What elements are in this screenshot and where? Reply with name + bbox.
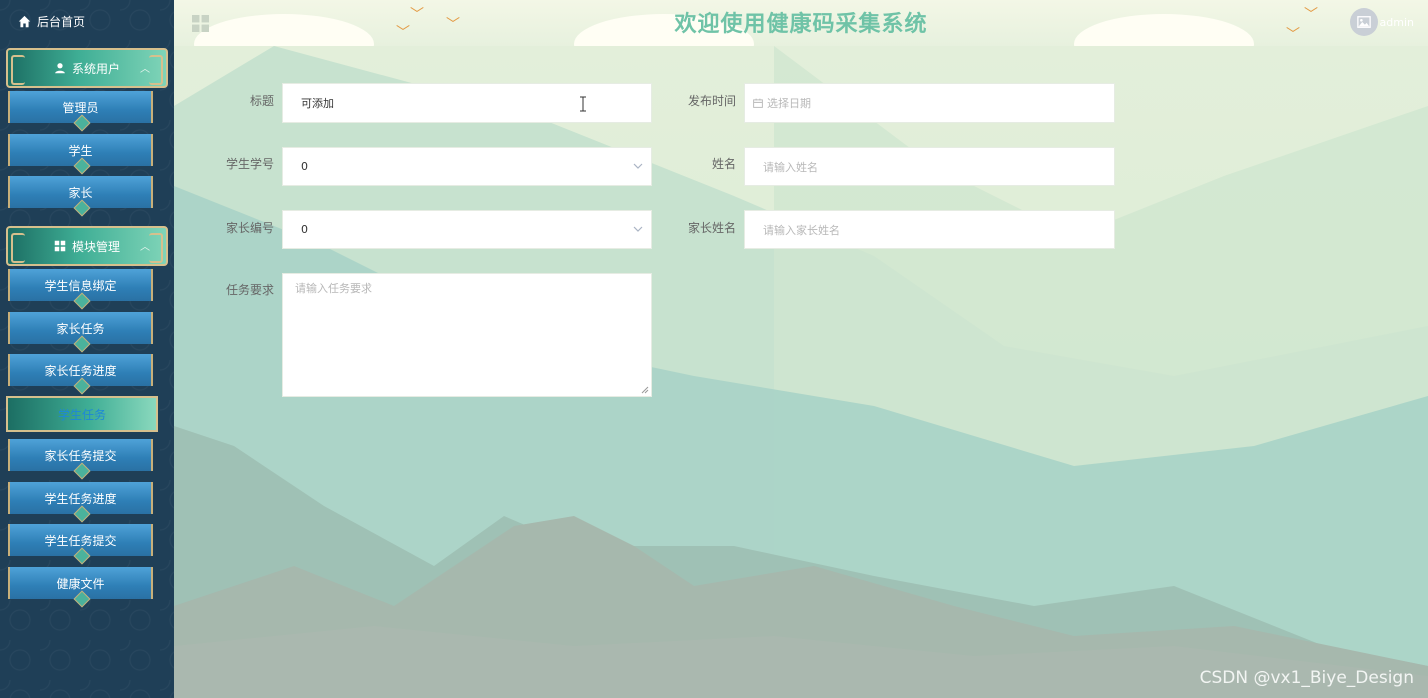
parent-name-placeholder: 请输入家长姓名 [763, 223, 840, 237]
task-req-label: 任务要求 [225, 283, 274, 297]
menu-group-module-management[interactable]: 模块管理 ︿ [6, 226, 168, 266]
student-no-value: 0 [301, 160, 308, 173]
sidebar-item-admin[interactable]: 管理员 [8, 91, 153, 123]
page-title: 欢迎使用健康码采集系统 [674, 12, 928, 37]
bird-decoration: ﹀ [1304, 7, 1318, 23]
menu-group-label: 系统用户 [71, 61, 120, 76]
parent-no-select[interactable]: 0 [282, 210, 652, 249]
calendar-icon [753, 98, 763, 108]
grid-icon [54, 240, 66, 252]
task-req-placeholder: 请输入任务要求 [295, 282, 372, 295]
sidebar-item-health-files[interactable]: 健康文件 [8, 567, 153, 599]
bird-decoration: ﹀ [1286, 27, 1300, 43]
sidebar-item-label: 家长 [68, 185, 93, 200]
sidebar-item-parent-task-progress[interactable]: 家长任务进度 [8, 354, 153, 386]
parent-name-input[interactable]: 请输入家长姓名 [744, 210, 1115, 249]
title-label: 标题 [249, 94, 274, 108]
user-icon [55, 63, 65, 74]
sidebar-item-parent-task-submit[interactable]: 家长任务提交 [8, 439, 153, 471]
chevron-up-icon: ︿ [140, 64, 150, 75]
menu-group-system-users[interactable]: 系统用户 ︿ [6, 48, 168, 88]
image-icon [1357, 16, 1371, 28]
sidebar-item-student-task-progress[interactable]: 学生任务进度 [8, 482, 153, 514]
username[interactable]: admin [1380, 16, 1414, 29]
text-cursor-icon [580, 96, 586, 112]
parent-name-label: 家长姓名 [687, 221, 736, 235]
top-header: ﹀ ﹀ ﹀ 欢迎使用健康码采集系统 ﹀ ﹀ admin [174, 0, 1428, 47]
sidebar-item-label: 学生任务进度 [44, 491, 117, 506]
sidebar-item-parent-task[interactable]: 家长任务 [8, 312, 153, 344]
home-link[interactable]: 后台首页 [18, 12, 85, 30]
sidebar-item-student-task-submit[interactable]: 学生任务提交 [8, 524, 153, 556]
watermark: CSDN @vx1_Biye_Design [1199, 668, 1414, 688]
sidebar-item-parent[interactable]: 家长 [8, 176, 153, 208]
publish-time-placeholder: 选择日期 [767, 97, 811, 110]
student-no-label: 学生学号 [225, 157, 274, 171]
sidebar: 后台首页 系统用户 ︿ 管理员 学生 家长 模块管理 ︿ 学生信息绑定 家长任务… [0, 0, 174, 698]
home-icon [18, 15, 31, 27]
chevron-down-icon [633, 226, 643, 232]
parent-no-label: 家长编号 [225, 221, 274, 235]
sidebar-item-label: 家长任务 [56, 321, 105, 336]
publish-time-picker[interactable]: 选择日期 [744, 83, 1115, 123]
title-input-value: 可添加 [301, 97, 334, 110]
name-input[interactable]: 请输入姓名 [744, 147, 1115, 186]
title-input[interactable]: 可添加 [282, 83, 652, 123]
name-label: 姓名 [711, 157, 736, 171]
sidebar-item-student[interactable]: 学生 [8, 134, 153, 166]
sidebar-item-student-task[interactable]: 学生任务 [6, 396, 158, 432]
publish-time-label: 发布时间 [687, 94, 736, 108]
sidebar-item-label: 学生任务提交 [44, 533, 117, 548]
sidebar-item-label: 学生任务 [57, 407, 106, 422]
sidebar-item-student-binding[interactable]: 学生信息绑定 [8, 269, 153, 301]
sidebar-item-label: 家长任务提交 [44, 448, 117, 463]
avatar[interactable] [1350, 8, 1378, 36]
sidebar-item-label: 学生信息绑定 [44, 278, 117, 293]
resize-grip-icon[interactable] [641, 386, 649, 394]
sidebar-item-label: 家长任务进度 [44, 363, 117, 378]
menu-group-label: 模块管理 [71, 239, 120, 254]
chevron-down-icon [633, 163, 643, 169]
name-placeholder: 请输入姓名 [763, 160, 818, 174]
main-content: 标题 可添加 发布时间 选择日期 学生学号 0 姓名 请输入姓名 家长编号 0 … [174, 46, 1428, 698]
sidebar-item-label: 学生 [68, 143, 93, 158]
sidebar-item-label: 管理员 [62, 100, 99, 115]
parent-no-value: 0 [301, 223, 308, 236]
chevron-up-icon: ︿ [140, 242, 150, 253]
task-req-textarea[interactable]: 请输入任务要求 [282, 273, 652, 397]
sidebar-item-label: 健康文件 [56, 576, 105, 591]
student-no-select[interactable]: 0 [282, 147, 652, 186]
home-label: 后台首页 [37, 14, 86, 29]
